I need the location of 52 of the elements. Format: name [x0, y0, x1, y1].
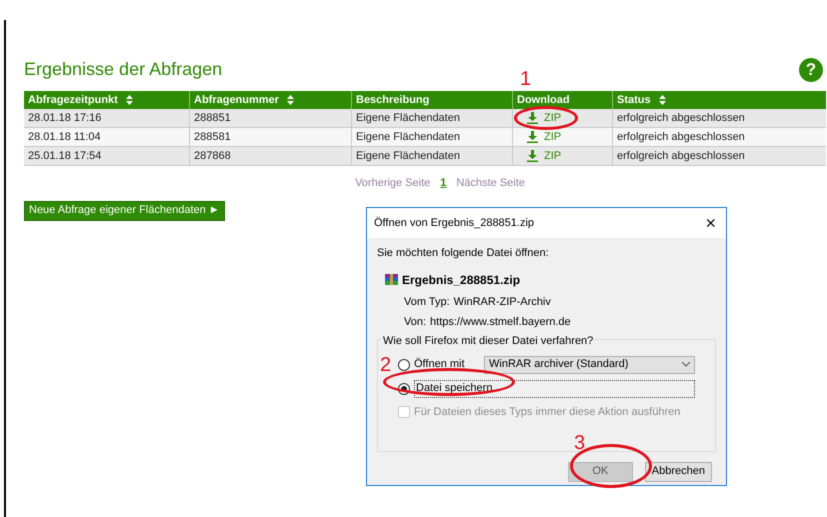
- new-query-button[interactable]: Neue Abfrage eigener Flächendaten ►: [24, 200, 225, 220]
- dialog-intro: Sie möchten folgende Datei öffnen:: [377, 246, 550, 261]
- file-type: WinRAR-ZIP-Archiv: [454, 294, 551, 310]
- column-header[interactable]: Download: [517, 92, 570, 108]
- sort-icon[interactable]: [658, 95, 666, 105]
- chevron-down-icon[interactable]: [682, 362, 690, 367]
- close-button[interactable]: ×: [705, 214, 716, 232]
- table-cell-text: 288581: [194, 130, 231, 145]
- cancel-button[interactable]: Abbrechen: [644, 462, 712, 482]
- annotation-circle: [514, 106, 578, 130]
- ok-button[interactable]: OK: [568, 462, 633, 482]
- annotation-number: 2: [380, 355, 392, 375]
- source-label: Von:: [404, 315, 426, 330]
- table-cell-text: 287868: [194, 148, 231, 164]
- help-button[interactable]: ?: [799, 58, 823, 82]
- zip-link[interactable]: ZIP: [544, 148, 562, 164]
- zip-link[interactable]: ZIP: [544, 128, 562, 146]
- annotation-number: 1: [520, 69, 532, 89]
- column-header[interactable]: Abfragenummer: [194, 92, 279, 108]
- sort-icon[interactable]: [286, 95, 294, 105]
- source-url: https://www.stmelf.bayern.de: [430, 315, 571, 330]
- table-cell-text: 28.01.18 11:04: [28, 130, 101, 145]
- download-icon[interactable]: [527, 131, 538, 143]
- previous-page-link[interactable]: Vorherige Seite: [355, 175, 430, 192]
- archive-icon: [385, 274, 398, 285]
- table-cell-text: erfolgreich abgeschlossen: [617, 110, 745, 126]
- table-cell-text: 28.01.18 17:16: [28, 110, 102, 126]
- sort-icon[interactable]: [126, 95, 133, 105]
- download-icon[interactable]: [527, 150, 538, 162]
- page-title: Ergebnisse der Abfragen: [24, 58, 222, 81]
- download-icon[interactable]: [527, 112, 538, 124]
- table-cell-text: erfolgreich abgeschlossen: [617, 130, 745, 145]
- column-header[interactable]: Status: [617, 92, 651, 108]
- application-select[interactable]: WinRAR archiver (Standard): [484, 356, 695, 374]
- table-cell-text: 25.01.18 17:54: [28, 148, 102, 164]
- zip-link[interactable]: ZIP: [544, 110, 562, 126]
- type-label: Vom Typ:: [404, 294, 450, 310]
- annotation-number: 3: [574, 433, 586, 453]
- radio-label[interactable]: Datei speichern: [414, 380, 695, 398]
- radio-button[interactable]: [398, 358, 410, 370]
- table-cell-text: erfolgreich abgeschlossen: [617, 148, 745, 164]
- next-page-link[interactable]: Nächste Seite: [456, 175, 525, 192]
- table-cell-text: Eigene Flächendaten: [356, 110, 460, 126]
- column-header[interactable]: Beschreibung: [356, 92, 430, 108]
- table-cell-text: Eigene Flächendaten: [356, 130, 460, 145]
- dialog-title: Öffnen von Ergebnis_288851.zip: [374, 216, 534, 231]
- column-header[interactable]: Abfragezeitpunkt: [28, 92, 118, 108]
- file-name: Ergebnis_288851.zip: [402, 272, 520, 288]
- table-cell-text: 288851: [194, 110, 231, 126]
- radio-label[interactable]: Öffnen mit: [414, 356, 480, 373]
- page-link[interactable]: 1: [440, 175, 446, 192]
- table-cell-text: Eigene Flächendaten: [356, 148, 460, 164]
